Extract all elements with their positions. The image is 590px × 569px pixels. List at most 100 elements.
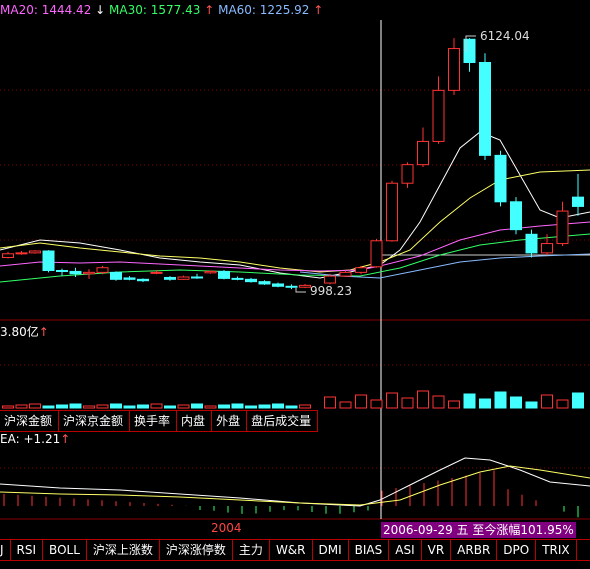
volume-bar	[150, 403, 163, 409]
volume-indicator-tabs: 沪深金额 沪深京金额 换手率 内盘 外盘 盘后成交量	[0, 410, 319, 432]
volume-bar	[370, 399, 383, 409]
ma-line-white	[0, 131, 590, 279]
kline-chart[interactable]: 6124.04 998.23	[0, 0, 590, 540]
indicator-tabs: J RSI BOLL 沪深上涨数 沪深涨停数 主力 W&R DMI BIAS A…	[0, 539, 590, 561]
volume-bar	[15, 404, 28, 409]
volume-bar	[29, 403, 41, 409]
volume-bar	[448, 400, 460, 409]
volume-bar	[324, 396, 336, 409]
volume-bar	[572, 392, 584, 409]
volume-bar	[386, 392, 398, 409]
high-price-label: 6124.04	[480, 29, 530, 43]
volume-bar	[204, 405, 217, 409]
volume-bar	[525, 401, 538, 409]
volume-bar	[123, 405, 136, 409]
candle-body	[401, 164, 414, 184]
volume-bar	[231, 403, 244, 409]
candle-body	[164, 276, 176, 280]
tab-dpo[interactable]: DPO	[497, 540, 537, 560]
candle-body	[15, 252, 28, 255]
volume-bar	[258, 404, 271, 409]
volume-bar	[541, 394, 553, 409]
tab-dmi[interactable]: DMI	[313, 540, 349, 560]
candle-body	[110, 271, 122, 280]
candle-body	[137, 278, 149, 282]
candle-body	[245, 278, 257, 283]
candle-body	[42, 250, 55, 271]
volume-bar	[272, 403, 284, 409]
tab-trix[interactable]: TRIX	[536, 540, 577, 560]
tab-outer-volume[interactable]: 外盘	[212, 411, 248, 431]
macd-diff-line	[0, 457, 590, 507]
tab-vr[interactable]: VR	[422, 540, 452, 560]
volume-value: 3.80亿	[0, 325, 39, 339]
volume-label: 3.80亿↑	[0, 323, 49, 340]
volume-bar	[2, 405, 14, 409]
tab-hushen-amount[interactable]: 沪深金额	[0, 411, 60, 431]
tab-wr[interactable]: W&R	[270, 540, 313, 560]
tab-bias[interactable]: BIAS	[349, 540, 390, 560]
tab-main-force[interactable]: 主力	[233, 540, 270, 560]
volume-bar	[494, 391, 507, 409]
tab-asi[interactable]: ASI	[389, 540, 422, 560]
tab-advance-count[interactable]: 沪深上涨数	[87, 540, 160, 560]
volume-bar	[218, 404, 230, 409]
tab-boll[interactable]: BOLL	[43, 540, 87, 560]
candle-body	[29, 250, 41, 254]
tab-hushenjing-amount[interactable]: 沪深京金额	[59, 411, 131, 431]
tab-limit-up-count[interactable]: 沪深涨停数	[160, 540, 233, 560]
crosshair-date-tooltip: 2006-09-29 五 至今涨幅101.95%	[381, 522, 576, 538]
volume-bar	[285, 405, 298, 409]
candle-body	[123, 277, 136, 280]
candle-body	[204, 270, 217, 274]
ma-line-magenta	[0, 221, 590, 272]
candle-body	[339, 271, 352, 277]
volume-bar	[245, 405, 257, 409]
volume-bar	[137, 404, 149, 409]
volume-bar	[69, 403, 82, 409]
volume-bar	[463, 393, 476, 409]
tab-kdj[interactable]: J	[0, 540, 11, 560]
axis-year-label: 2004	[211, 521, 242, 535]
candle-body	[150, 271, 163, 274]
volume-bar	[339, 401, 352, 409]
candle-body	[299, 284, 311, 288]
volume-bar	[96, 404, 109, 409]
volume-arrow-icon: ↑	[38, 325, 49, 339]
candle-body	[370, 240, 383, 268]
volume-bar	[83, 405, 95, 409]
candle-body	[96, 267, 109, 273]
volume-bar	[42, 405, 55, 409]
candle-body	[541, 243, 553, 254]
candle-body	[417, 140, 429, 166]
candle-body	[386, 182, 398, 242]
macd-panel	[0, 457, 590, 518]
chart-grid	[0, 89, 590, 520]
tab-turnover[interactable]: 换手率	[130, 411, 178, 431]
macd-dea-line	[0, 465, 590, 506]
candle-body	[231, 277, 244, 280]
volume-bar	[417, 390, 429, 409]
candle-body	[272, 283, 284, 287]
volume-bar	[177, 404, 190, 409]
candle-body	[510, 201, 522, 231]
candle-body	[324, 275, 336, 284]
candle-body	[448, 48, 460, 91]
candle-body	[494, 154, 507, 203]
candle-body	[525, 233, 538, 254]
candle-body	[556, 210, 569, 245]
volume-bar	[164, 405, 176, 409]
candle-body	[191, 276, 203, 279]
tab-inner-volume[interactable]: 内盘	[177, 411, 213, 431]
tab-after-hours-volume[interactable]: 盘后成交量	[247, 411, 319, 431]
tab-rsi[interactable]: RSI	[11, 540, 44, 560]
volume-bar	[110, 403, 122, 409]
ma-lines	[0, 131, 590, 283]
low-price-label: 998.23	[310, 284, 352, 298]
volume-bar	[510, 396, 522, 409]
volume-bar	[432, 395, 445, 409]
volume-bar	[479, 398, 491, 409]
candle-body	[479, 62, 491, 156]
candle-body	[177, 276, 190, 280]
tab-arbr[interactable]: ARBR	[451, 540, 498, 560]
